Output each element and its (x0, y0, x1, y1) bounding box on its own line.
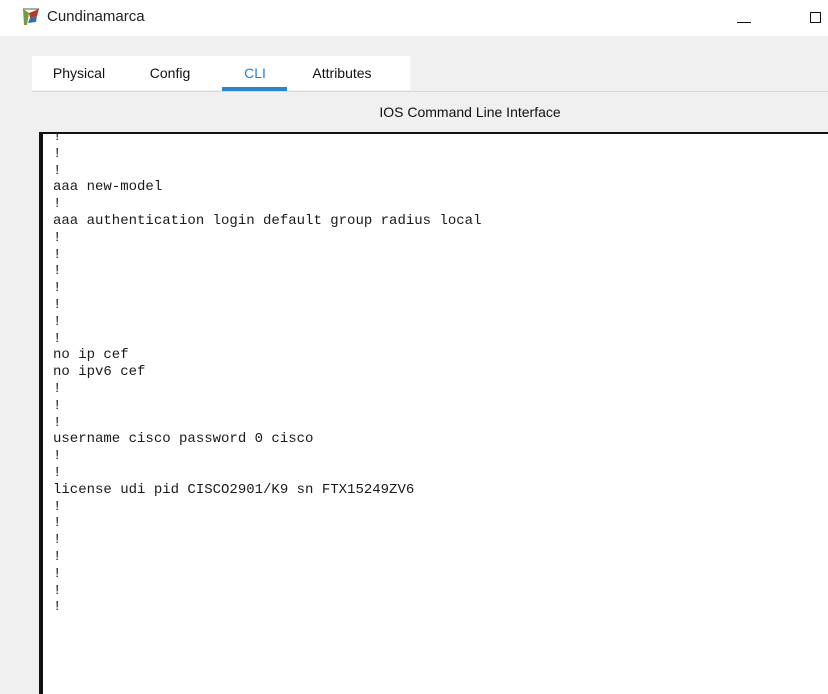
terminal-line: ! (53, 397, 62, 414)
terminal-line: no ipv6 cef (53, 364, 146, 381)
panel-title: IOS Command Line Interface (379, 104, 561, 120)
terminal-line: ! (53, 532, 62, 549)
terminal-line: no ip cef (53, 347, 129, 364)
terminal-line: ! (53, 414, 62, 431)
terminal-line: ! (53, 132, 62, 145)
terminal-line: ! (53, 246, 62, 263)
terminal-line: ! (53, 380, 62, 397)
tab-physical[interactable]: Physical (40, 56, 118, 90)
terminal-line: aaa authentication login default group r… (53, 212, 482, 229)
terminal-line: ! (53, 263, 62, 280)
terminal-line: ! (53, 162, 62, 179)
tab-config[interactable]: Config (138, 56, 202, 90)
terminal-line: ! (53, 464, 62, 481)
terminal-line: ! (53, 599, 62, 616)
terminal-line: ! (53, 582, 62, 599)
title-bar[interactable]: Cundinamarca (0, 0, 828, 36)
terminal-line: ! (53, 565, 62, 582)
terminal-line: ! (53, 330, 62, 347)
selected-tab-indicator (222, 87, 287, 91)
terminal-line: ! (53, 498, 62, 515)
window-title: Cundinamarca (47, 8, 145, 25)
terminal-line: ! (53, 548, 62, 565)
client-area: Physical Config CLI Attributes IOS Comma… (0, 36, 828, 694)
terminal-line: ! (53, 145, 62, 162)
terminal-line: ! (53, 296, 62, 313)
terminal-line: aaa new-model (53, 179, 163, 196)
tab-attributes[interactable]: Attributes (300, 56, 384, 90)
terminal-line: ! (53, 229, 62, 246)
cisco-router-icon (20, 7, 42, 27)
terminal-line: ! (53, 196, 62, 213)
terminal-line: ! (53, 313, 62, 330)
terminal-line: username cisco password 0 cisco (53, 431, 314, 448)
minimize-button[interactable] (722, 4, 768, 32)
terminal-line: ! (53, 280, 62, 297)
tab-cli[interactable]: CLI (224, 56, 286, 90)
app-window: Cundinamarca Physical Config CLI Attribu… (0, 0, 828, 694)
terminal-output: !!! aaa new-model! aaa authentication logi… (53, 132, 482, 616)
terminal-line: ! (53, 448, 62, 465)
terminal-line: license udi pid CISCO2901/K9 sn FTX15249… (53, 481, 415, 498)
maximize-button[interactable] (798, 4, 828, 32)
tab-bar: Physical Config CLI Attributes (32, 56, 828, 92)
cli-terminal[interactable]: !!! aaa new-model! aaa authentication logi… (39, 132, 828, 694)
terminal-line: ! (53, 515, 62, 532)
